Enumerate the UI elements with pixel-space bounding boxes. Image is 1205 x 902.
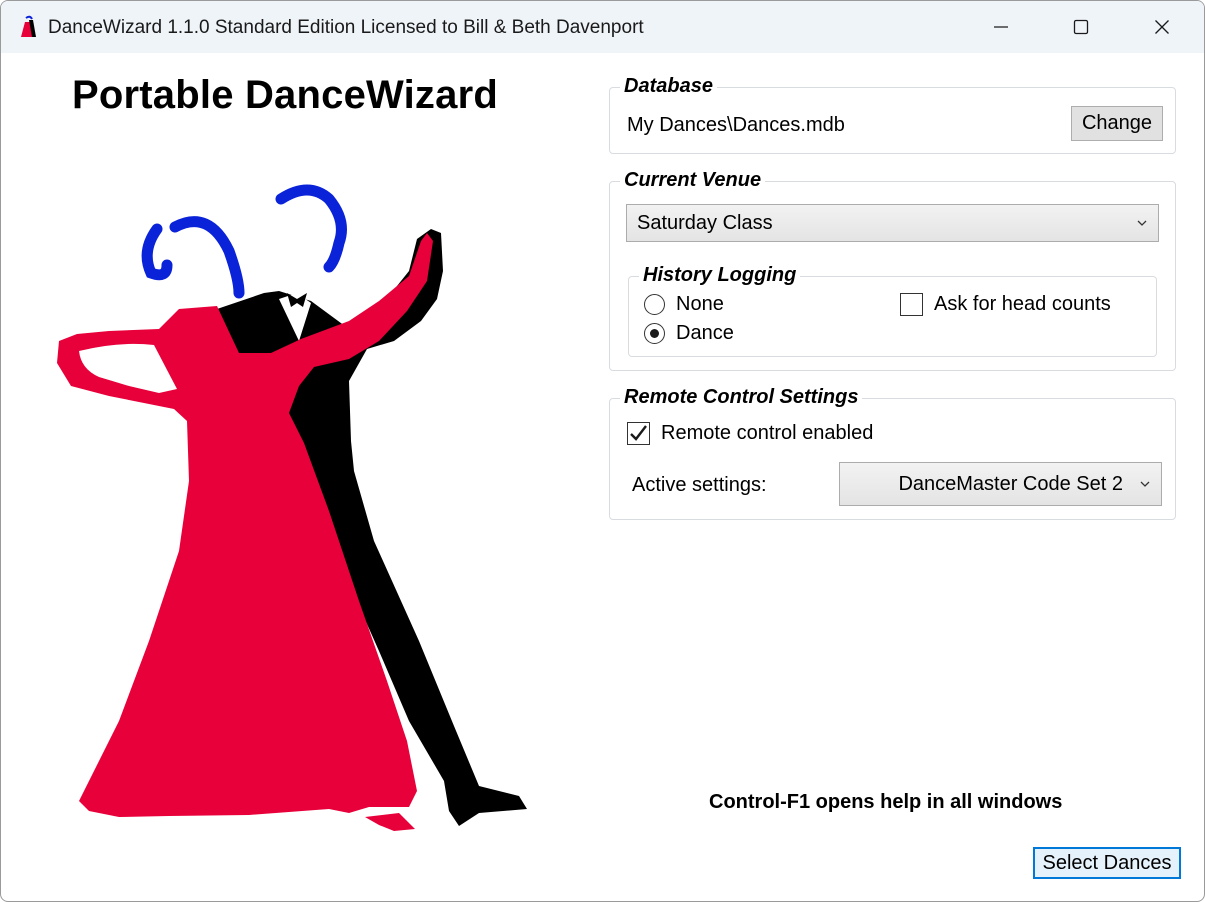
help-note: Control-F1 opens help in all windows [709, 791, 1063, 813]
active-settings-select[interactable]: DanceMaster Code Set 2 [839, 462, 1162, 506]
checkbox-checked-icon[interactable] [627, 422, 650, 445]
ballroom-dancers-illustration [57, 184, 527, 831]
current-venue-legend: Current Venue [620, 169, 766, 192]
app-window: DanceWizard 1.1.0 Standard Edition Licen… [0, 0, 1205, 902]
database-group: Database My Dances\Dances.mdb Change [609, 75, 1176, 154]
history-radio-dance[interactable]: Dance [644, 322, 734, 345]
remote-enabled-label: Remote control enabled [661, 422, 874, 444]
radio-selected-icon[interactable] [644, 323, 665, 344]
venue-select-value: Saturday Class [637, 211, 773, 234]
app-heading: Portable DanceWizard [72, 73, 498, 117]
history-radio-dance-label: Dance [676, 322, 734, 344]
select-dances-button[interactable]: Select Dances [1033, 847, 1181, 879]
head-counts-label: Ask for head counts [934, 293, 1111, 315]
history-logging-group: History Logging None Dance Ask for head … [628, 264, 1157, 357]
history-radio-none-label: None [676, 293, 724, 315]
dancer-app-icon [21, 15, 36, 37]
active-settings-label: Active settings: [632, 474, 767, 496]
active-settings-value: DanceMaster Code Set 2 [898, 472, 1123, 495]
remote-enabled-checkbox[interactable]: Remote control enabled [627, 422, 873, 445]
minimize-icon [994, 26, 1008, 28]
window-title: DanceWizard 1.1.0 Standard Edition Licen… [48, 17, 644, 38]
venue-select[interactable]: Saturday Class [626, 204, 1159, 242]
minimize-button[interactable] [962, 1, 1040, 53]
database-legend: Database [620, 75, 717, 98]
chevron-down-icon [1140, 481, 1150, 487]
change-database-button[interactable]: Change [1071, 106, 1163, 141]
remote-control-group: Remote Control Settings Remote control e… [609, 386, 1176, 520]
history-logging-legend: History Logging [639, 264, 801, 287]
chevron-down-icon [1137, 220, 1147, 226]
maximize-button[interactable] [1042, 1, 1120, 53]
head-counts-checkbox[interactable]: Ask for head counts [900, 293, 1111, 316]
history-radio-none[interactable]: None [644, 293, 724, 316]
close-button[interactable] [1123, 1, 1201, 53]
title-bar[interactable]: DanceWizard 1.1.0 Standard Edition Licen… [1, 1, 1204, 53]
checkbox-unchecked-icon[interactable] [900, 293, 923, 316]
remote-control-legend: Remote Control Settings [620, 386, 863, 409]
maximize-icon [1073, 19, 1089, 35]
database-path: My Dances\Dances.mdb [627, 114, 845, 136]
close-icon [1155, 20, 1169, 34]
radio-unselected-icon[interactable] [644, 294, 665, 315]
